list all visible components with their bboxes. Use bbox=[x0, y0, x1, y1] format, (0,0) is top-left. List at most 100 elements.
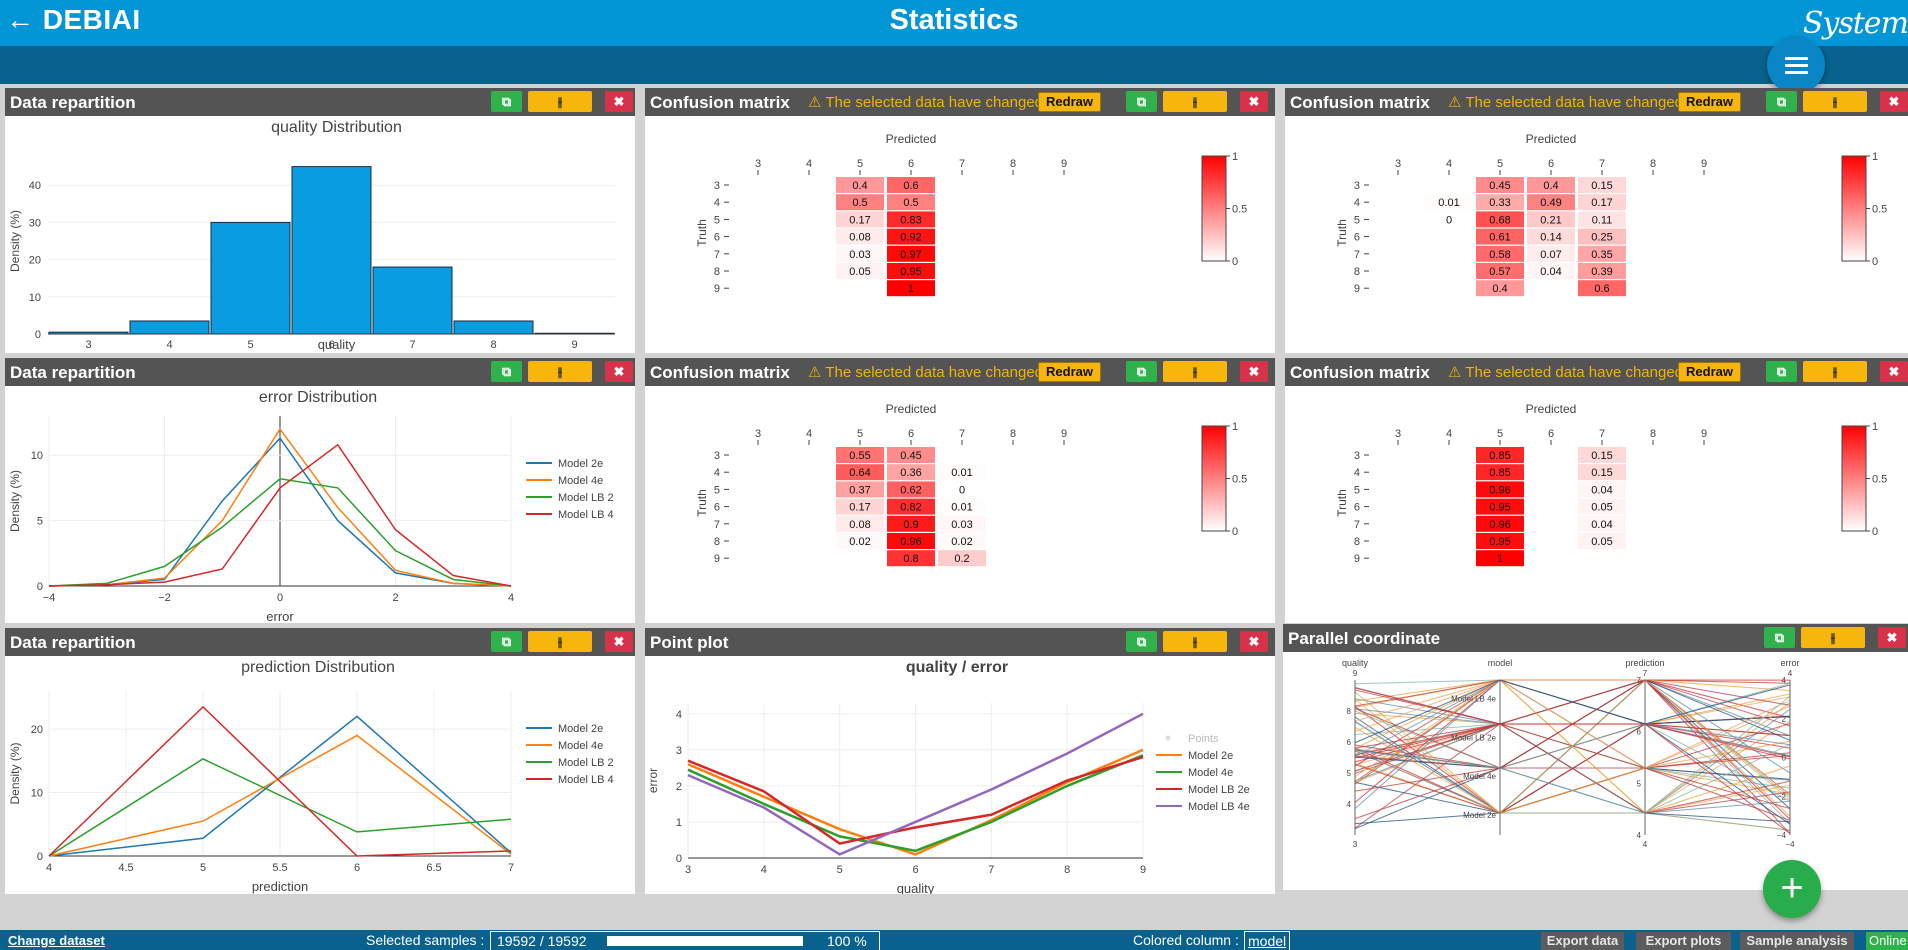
point-plot-chart[interactable]: 3 4 5 6 7 8 9 0 1 2 3 4 quality / error quality error P… bbox=[645, 656, 1275, 894]
confusion-matrix-heatmap[interactable]: Predicted 3 4 5 6 7 8 9 3 4 5 6 7 8 9 Truth 0.55 0.45 0.64… bbox=[645, 386, 1275, 623]
redraw-button[interactable]: Redraw bbox=[1678, 362, 1741, 382]
change-dataset-link[interactable]: Change dataset bbox=[8, 933, 105, 948]
x-tick-label: 7 bbox=[959, 158, 965, 170]
copy-widget-button[interactable]: ⧉ bbox=[1126, 361, 1157, 382]
x-tick-label: 5 bbox=[857, 428, 863, 440]
close-widget-button[interactable]: ✖ bbox=[1880, 361, 1908, 382]
y-tick-label: 0 bbox=[37, 851, 43, 863]
histogram-bar bbox=[372, 266, 453, 335]
y-tick-label: 8 bbox=[1354, 536, 1360, 548]
y-tick-label: 3 bbox=[714, 180, 720, 192]
close-widget-button[interactable]: ✖ bbox=[1878, 627, 1906, 648]
widget-header[interactable]: Parallel coordinate ⧉ ⫲ ✖ bbox=[1283, 624, 1908, 652]
copy-widget-button[interactable]: ⧉ bbox=[1766, 91, 1797, 112]
widget-point-plot: Point plot ⧉ ⫲ ✖ 3 4 5 6 7 8 9 0 1 2 3 4 quality / e… bbox=[645, 628, 1275, 894]
y-tick-label: 8 bbox=[1354, 266, 1360, 278]
close-widget-button[interactable]: ✖ bbox=[605, 631, 633, 652]
redraw-button[interactable]: Redraw bbox=[1038, 92, 1101, 112]
settings-button[interactable]: ⫲ bbox=[528, 361, 592, 382]
export-data-button[interactable]: Export data bbox=[1541, 932, 1624, 950]
menu-button[interactable] bbox=[1767, 36, 1825, 94]
copy-widget-button[interactable]: ⧉ bbox=[491, 91, 522, 112]
legend-points-marker bbox=[1165, 735, 1171, 741]
copy-widget-button[interactable]: ⧉ bbox=[491, 631, 522, 652]
settings-button[interactable]: ⫲ bbox=[528, 631, 592, 652]
x-tick-label: 4 bbox=[1446, 428, 1452, 440]
confusion-matrix-heatmap[interactable]: Predicted 3 4 5 6 7 8 9 3 4 5 6 7 8 9 Truth 0.4 0.6 0.5 0.5… bbox=[645, 116, 1275, 353]
cell-value: 0.4 bbox=[1492, 283, 1507, 295]
copy-widget-button[interactable]: ⧉ bbox=[1126, 631, 1157, 652]
cell-value: 0.04 bbox=[1591, 484, 1612, 496]
close-widget-button[interactable]: ✖ bbox=[605, 91, 633, 112]
cell-value: 0.95 bbox=[1489, 502, 1510, 514]
x-tick-label: 4 bbox=[806, 428, 812, 440]
widget-header[interactable]: Data repartition ⧉ ⫲ ✖ bbox=[5, 358, 635, 386]
back-to-debiai-link[interactable]: ← DEBIAI bbox=[6, 4, 141, 36]
x-tick-label: 7 bbox=[988, 864, 994, 876]
axis-tick-label: 4 bbox=[1782, 676, 1787, 685]
copy-widget-button[interactable]: ⧉ bbox=[491, 361, 522, 382]
parallel-coordinates-chart[interactable]: quality9 3 8 6 5 4 model Model LB 4e Model LB 2e… bbox=[1283, 652, 1908, 890]
copy-widget-button[interactable]: ⧉ bbox=[1126, 91, 1157, 112]
cell-value: 0.05 bbox=[1591, 502, 1612, 514]
cell-value: 0.17 bbox=[849, 214, 870, 226]
cell-value: 0.36 bbox=[900, 467, 921, 479]
settings-button[interactable]: ⫲ bbox=[1163, 91, 1227, 112]
colorbar-tick-label: 0 bbox=[1872, 526, 1878, 538]
cell-value: 0.17 bbox=[849, 502, 870, 514]
settings-button[interactable]: ⫲ bbox=[1163, 631, 1227, 652]
colored-column-select[interactable]: model bbox=[1244, 931, 1291, 950]
confusion-matrix-heatmap[interactable]: Predicted 3 4 5 6 7 8 9 3 4 5 6 7 8 9 Truth 0.45 0.4 0.15 0… bbox=[1285, 116, 1908, 353]
close-widget-button[interactable]: ✖ bbox=[1240, 631, 1268, 652]
widget-data-repartition-error: Data repartition ⧉ ⫲ ✖ −4 −2 0 2 4 0 5 10 error … bbox=[5, 358, 635, 623]
y-tick-label: 5 bbox=[1354, 214, 1360, 226]
y-tick-label: 3 bbox=[714, 450, 720, 462]
x-tick-label: 5.5 bbox=[272, 862, 287, 874]
colorbar-tick-label: 1 bbox=[1232, 151, 1238, 163]
copy-widget-button[interactable]: ⧉ bbox=[1766, 361, 1797, 382]
close-widget-button[interactable]: ✖ bbox=[1880, 91, 1908, 112]
widget-header[interactable]: Point plot ⧉ ⫲ ✖ bbox=[645, 628, 1275, 656]
cell-value: 0.82 bbox=[900, 502, 921, 514]
widget-header[interactable]: Confusion matrix ⚠ The selected data hav… bbox=[645, 358, 1275, 386]
line-chart[interactable]: 4 4.5 5 5.5 6 6.5 7 0 10 20 prediction Distributio… bbox=[5, 656, 635, 894]
cell-value: 0.96 bbox=[1489, 519, 1510, 531]
redraw-button[interactable]: Redraw bbox=[1678, 92, 1741, 112]
confusion-matrix-heatmap[interactable]: Predicted 3 4 5 6 7 8 9 3 4 5 6 7 8 9 Truth 0.85 0.15 0.85… bbox=[1285, 386, 1908, 623]
widget-header[interactable]: Confusion matrix ⚠ The selected data hav… bbox=[1285, 88, 1908, 116]
widget-header[interactable]: Confusion matrix ⚠ The selected data hav… bbox=[1285, 358, 1908, 386]
axis-label: error bbox=[1780, 658, 1799, 668]
close-widget-button[interactable]: ✖ bbox=[605, 361, 633, 382]
settings-button[interactable]: ⫲ bbox=[1803, 91, 1867, 112]
export-plots-button[interactable]: Export plots bbox=[1636, 932, 1731, 950]
cell-value: 0.01 bbox=[1438, 197, 1459, 209]
add-widget-button[interactable]: + bbox=[1763, 860, 1821, 918]
axis-tick-label: 4 bbox=[1347, 800, 1352, 809]
x-tick-label: 9 bbox=[1061, 428, 1067, 440]
y-tick-label: 5 bbox=[714, 214, 720, 226]
sample-analysis-button[interactable]: Sample analysis bbox=[1740, 932, 1854, 950]
y-tick-label: 4 bbox=[676, 709, 682, 721]
x-axis-title: error bbox=[266, 609, 294, 623]
settings-button[interactable]: ⫲ bbox=[1801, 627, 1865, 648]
settings-button[interactable]: ⫲ bbox=[1163, 361, 1227, 382]
y-tick-label: 8 bbox=[714, 536, 720, 548]
copy-widget-button[interactable]: ⧉ bbox=[1764, 627, 1795, 648]
selection-percent: 100 % bbox=[827, 933, 867, 949]
settings-button[interactable]: ⫲ bbox=[1803, 361, 1867, 382]
widget-header[interactable]: Data repartition ⧉ ⫲ ✖ bbox=[5, 88, 635, 116]
y-axis-title: Truth bbox=[1335, 489, 1349, 517]
close-widget-button[interactable]: ✖ bbox=[1240, 361, 1268, 382]
settings-button[interactable]: ⫲ bbox=[528, 91, 592, 112]
axis-range-bottom: 4 bbox=[1643, 840, 1648, 849]
chart-title: error Distribution bbox=[259, 389, 377, 406]
histogram-chart[interactable]: 0102030403 4 5 6 7 8 9quality Distributionqual… bbox=[5, 116, 635, 353]
widget-header[interactable]: Data repartition ⧉ ⫲ ✖ bbox=[5, 628, 635, 656]
axis-label: quality bbox=[1342, 658, 1369, 668]
close-widget-button[interactable]: ✖ bbox=[1240, 91, 1268, 112]
widget-header[interactable]: Confusion matrix ⚠ The selected data hav… bbox=[645, 88, 1275, 116]
redraw-button[interactable]: Redraw bbox=[1038, 362, 1101, 382]
line-chart[interactable]: −4 −2 0 2 4 0 5 10 error Distribution error Densit… bbox=[5, 386, 635, 623]
parallel-line bbox=[1354, 723, 1791, 821]
colored-column-label: Colored column : bbox=[1133, 932, 1239, 948]
